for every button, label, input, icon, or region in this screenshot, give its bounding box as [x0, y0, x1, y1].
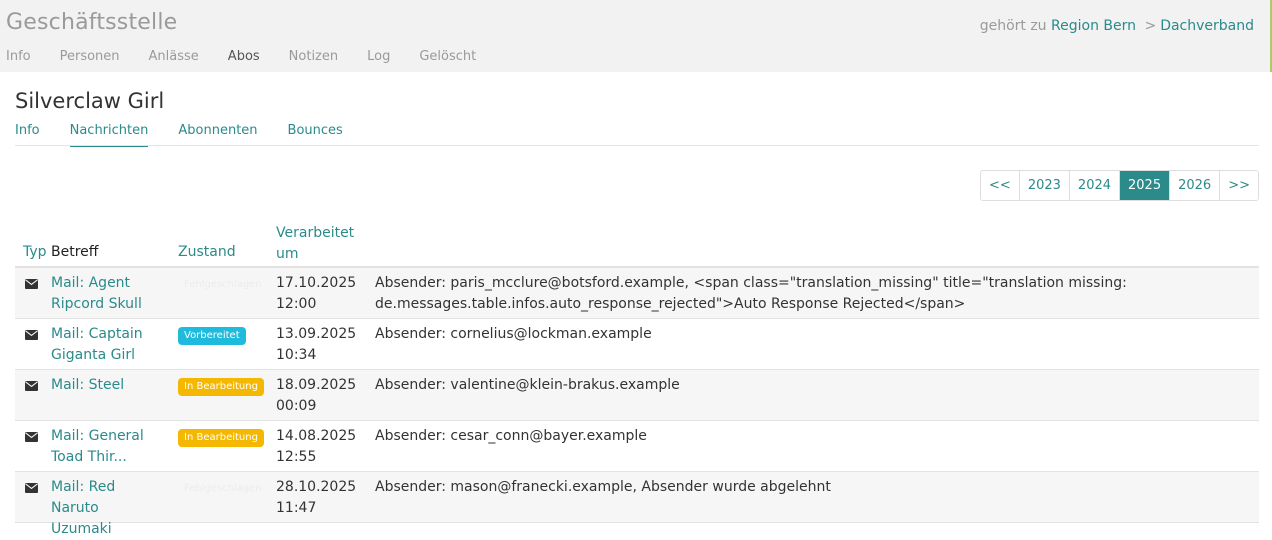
- message-info: Absender: cesar_conn@bayer.example: [375, 428, 647, 444]
- column-header-processed[interactable]: Verarbeitet um: [276, 223, 354, 265]
- column-header-subject: Betreff: [51, 244, 99, 260]
- pager-year-2025[interactable]: 2025: [1119, 171, 1170, 200]
- subtab-abonnenten[interactable]: Abonnenten: [178, 123, 257, 147]
- envelope-icon: [25, 277, 38, 289]
- breadcrumb-link-dachverband[interactable]: Dachverband: [1160, 18, 1254, 34]
- processed-date: 14.08.2025: [276, 428, 357, 444]
- breadcrumb-separator: >: [1144, 18, 1157, 34]
- status-badge: Vorbereitet: [178, 327, 246, 345]
- processed-time: 12:55: [276, 449, 317, 465]
- processed-at: 13.09.2025 10:34: [276, 324, 356, 366]
- table-row: Mail: Agent Ripcord Skull Fehlgeschlagen 1…: [15, 268, 1259, 319]
- processed-at: 18.09.2025 00:09: [276, 375, 356, 417]
- pager-year-2023[interactable]: 2023: [1018, 171, 1069, 200]
- envelope-icon: [25, 328, 38, 340]
- message-subject-link[interactable]: Mail: Red Naruto Uzumaki: [51, 477, 161, 540]
- processed-time: 10:34: [276, 347, 317, 363]
- column-header-processed-line2: um: [276, 246, 299, 262]
- breadcrumb-link-region-bern[interactable]: Region Bern: [1051, 18, 1136, 34]
- mailing-list-tabs: Info Nachrichten Abonnenten Bounces: [15, 123, 373, 147]
- tab-log[interactable]: Log: [367, 49, 390, 64]
- pager-year-2024[interactable]: 2024: [1068, 171, 1120, 200]
- tab-personen[interactable]: Personen: [60, 49, 120, 64]
- processed-date: 13.09.2025: [276, 326, 357, 342]
- column-header-processed-line1: Verarbeitet: [276, 225, 355, 241]
- tab-geloescht[interactable]: Gelöscht: [419, 49, 476, 64]
- status-badge: In Bearbeitung: [178, 378, 264, 396]
- subtab-bounces[interactable]: Bounces: [288, 123, 343, 147]
- message-info: Absender: valentine@klein-brakus.example: [375, 377, 680, 393]
- status-badge: Fehlgeschlagen: [184, 483, 262, 494]
- table-row: Mail: General Toad Thir... In Bearbeitung…: [15, 421, 1259, 472]
- message-info: Absender: cornelius@lockman.example: [375, 326, 652, 342]
- table-row: Mail: Steel In Bearbeitung 18.09.2025 00:09…: [15, 370, 1259, 421]
- tab-notizen[interactable]: Notizen: [289, 49, 338, 64]
- top-header: Geschäftsstelle gehört zu Region Bern > D…: [0, 0, 1272, 72]
- tabs-divider: [15, 145, 1259, 146]
- processed-at: 28.10.2025 11:47: [276, 477, 356, 519]
- processed-time: 00:09: [276, 398, 317, 414]
- envelope-icon: [25, 430, 38, 442]
- processed-at: 14.08.2025 12:55: [276, 426, 356, 468]
- tab-abos[interactable]: Abos: [228, 49, 260, 64]
- message-info: Absender: paris_mcclure@botsford.example…: [375, 275, 1127, 312]
- pager-next-button[interactable]: >>: [1219, 171, 1258, 200]
- processed-at: 17.10.2025 12:00: [276, 273, 356, 315]
- processed-time: 11:47: [276, 500, 317, 516]
- processed-date: 17.10.2025: [276, 275, 357, 291]
- status-badge: In Bearbeitung: [178, 429, 264, 447]
- table-row: Mail: Captain Giganta Girl Vorbereitet 13.…: [15, 319, 1259, 370]
- message-info: Absender: mason@franecki.example, Absend…: [375, 479, 831, 495]
- year-pagination: << 2023 2024 2025 2026 >>: [980, 170, 1259, 201]
- processed-time: 12:00: [276, 296, 317, 312]
- subtab-info[interactable]: Info: [15, 123, 40, 147]
- tab-info[interactable]: Info: [6, 49, 31, 64]
- pager-prev-button[interactable]: <<: [981, 171, 1019, 200]
- pager-year-2026[interactable]: 2026: [1169, 171, 1220, 200]
- envelope-icon: [25, 379, 38, 391]
- breadcrumb: gehört zu Region Bern > Dachverband: [980, 18, 1254, 34]
- group-tabs: Info Personen Anlässe Abos Notizen Log G…: [6, 49, 505, 64]
- group-title: Geschäftsstelle: [6, 10, 178, 35]
- column-header-state[interactable]: Zustand: [178, 244, 236, 260]
- table-row: Mail: Red Naruto Uzumaki Fehlgeschlagen 28…: [15, 472, 1259, 537]
- processed-date: 18.09.2025: [276, 377, 357, 393]
- subtab-nachrichten[interactable]: Nachrichten: [69, 123, 149, 147]
- message-subject-link[interactable]: Mail: Captain Giganta Girl: [51, 324, 161, 366]
- column-header-type[interactable]: Typ: [23, 244, 47, 260]
- belongs-to-label: gehört zu: [979, 18, 1047, 34]
- message-subject-link[interactable]: Mail: Agent Ripcord Skull: [51, 273, 161, 315]
- message-subject-link[interactable]: Mail: General Toad Thir...: [51, 426, 161, 468]
- message-subject-link[interactable]: Mail: Steel: [51, 375, 161, 396]
- status-badge: Fehlgeschlagen: [184, 279, 262, 290]
- tab-anlaesse[interactable]: Anlässe: [149, 49, 199, 64]
- envelope-icon: [25, 481, 38, 493]
- processed-date: 28.10.2025: [276, 479, 357, 495]
- page-title: Silverclaw Girl: [15, 89, 165, 113]
